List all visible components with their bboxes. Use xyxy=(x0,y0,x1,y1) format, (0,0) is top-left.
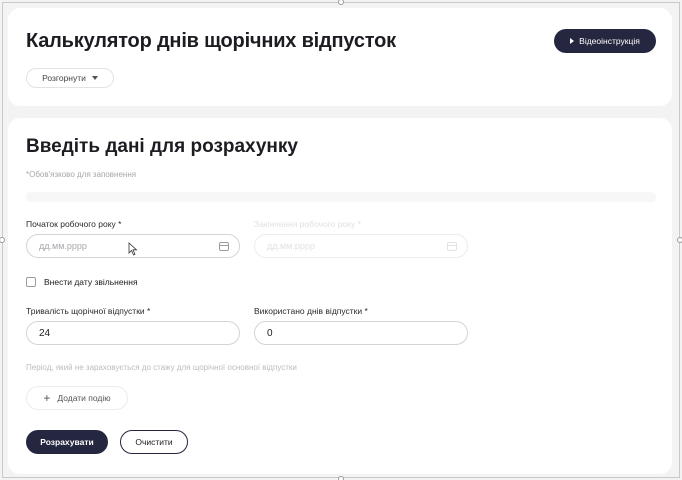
calculate-button[interactable]: Розрахувати xyxy=(26,430,108,454)
video-instruction-label: Відеоінструкція xyxy=(579,36,640,46)
cursor-icon xyxy=(128,242,138,256)
required-note: *Обов'язково для заповнення xyxy=(26,170,137,179)
page-title: Калькулятор днів щорічних відпусток xyxy=(26,30,396,52)
work-year-end-placeholder: дд.мм.рррр xyxy=(267,241,315,251)
work-year-start-label: Початок робочого року * xyxy=(26,219,122,229)
work-year-start-placeholder: дд.мм.рррр xyxy=(39,241,87,251)
video-instruction-button[interactable]: Відеоінструкція xyxy=(554,29,656,53)
period-note: Період, який не зараховується до стажу д… xyxy=(26,363,297,372)
dismissal-checkbox[interactable] xyxy=(26,277,36,287)
header-card: Калькулятор днів щорічних відпусток Віде… xyxy=(8,8,672,106)
used-days-value: 0 xyxy=(267,327,273,339)
annual-leave-duration-value: 24 xyxy=(39,327,51,339)
resize-handle[interactable] xyxy=(338,476,344,480)
calendar-icon[interactable] xyxy=(447,242,457,251)
calendar-icon[interactable] xyxy=(219,242,229,251)
plus-icon: + xyxy=(43,391,51,405)
work-year-end-input[interactable]: дд.мм.рррр xyxy=(254,234,468,258)
annual-leave-duration-input[interactable]: 24 xyxy=(26,321,240,345)
play-icon xyxy=(570,38,575,44)
annual-leave-duration-label: Тривалість щорічної відпустки * xyxy=(26,306,151,316)
divider xyxy=(26,192,656,202)
resize-handle[interactable] xyxy=(677,237,682,243)
expand-button[interactable]: Розгорнути xyxy=(26,68,114,88)
dismissal-checkbox-label: Внести дату звільнення xyxy=(44,277,138,287)
add-event-label: Додати подію xyxy=(57,393,111,403)
used-days-input[interactable]: 0 xyxy=(254,321,468,345)
form-card: Введіть дані для розрахунку *Обов'язково… xyxy=(8,118,672,474)
used-days-label: Використано днів відпустки * xyxy=(254,306,368,316)
expand-label: Розгорнути xyxy=(42,73,86,83)
add-event-button[interactable]: + Додати подію xyxy=(26,386,128,410)
clear-button[interactable]: Очистити xyxy=(120,430,188,454)
form-title: Введіть дані для розрахунку xyxy=(26,136,298,157)
work-year-end-label: Закінчення робочого року * xyxy=(254,219,361,229)
caret-down-icon xyxy=(91,76,98,80)
